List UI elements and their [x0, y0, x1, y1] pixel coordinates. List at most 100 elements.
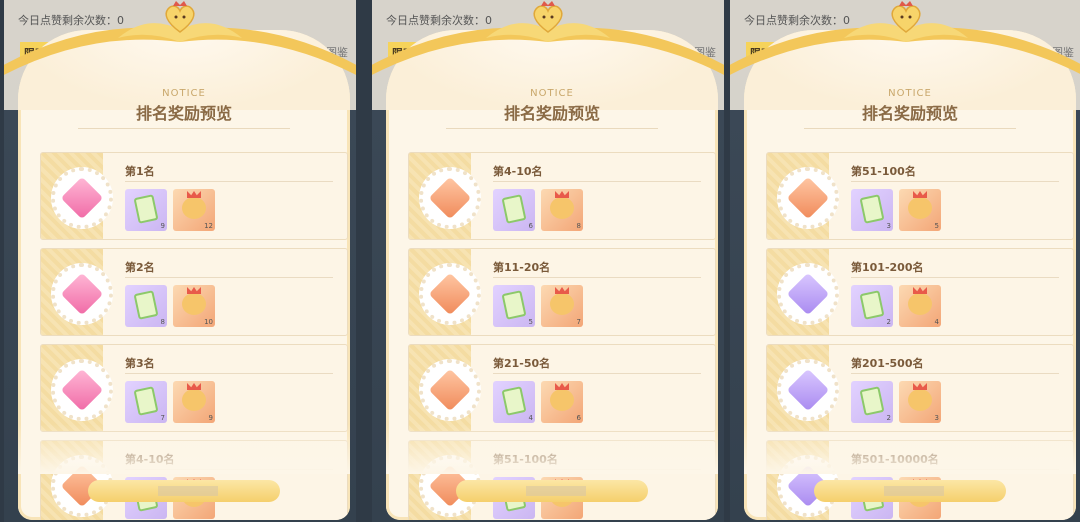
- rank-medal: [419, 263, 481, 325]
- crown-bear-icon: [182, 293, 206, 315]
- list-fade: [18, 424, 350, 474]
- bear-count: 6: [576, 414, 581, 422]
- diamond-gem-icon: [786, 272, 830, 316]
- clover-card-icon: [859, 194, 885, 224]
- screen-2: 今日点赞剩余次数：0 限时舞台 图鉴 NOTICE 排名奖励预览 第4-10名 …: [372, 0, 724, 522]
- crown-bear-reward[interactable]: 5: [899, 189, 941, 231]
- crown-icon: [913, 287, 927, 294]
- clover-card-icon: [133, 290, 159, 320]
- crown-bear-icon: [182, 197, 206, 219]
- reward-preview-dialog: NOTICE 排名奖励预览 第1名 9 12 第2名 8 10 第3名 7 9: [18, 30, 350, 520]
- rank-medal: [777, 359, 839, 421]
- reward-row: 第101-200名 2 4: [766, 248, 1074, 336]
- reward-row: 第201-500名 2 3: [766, 344, 1074, 432]
- rank-label: 第101-200名: [851, 261, 924, 274]
- clover-card-reward[interactable]: 2: [851, 381, 893, 423]
- crown-icon: [913, 383, 927, 390]
- bear-count: 4: [934, 318, 939, 326]
- crown-bear-icon: [550, 293, 574, 315]
- rank-divider: [493, 373, 701, 374]
- rank-medal: [777, 263, 839, 325]
- rank-divider: [851, 181, 1059, 182]
- reward-row: 第21-50名 4 6: [408, 344, 716, 432]
- reward-list[interactable]: 第51-100名 3 5 第101-200名 2 4 第201-500名 2 3: [744, 120, 1076, 520]
- card-count: 2: [886, 414, 891, 422]
- rank-medal: [419, 359, 481, 421]
- bear-count: 8: [576, 222, 581, 230]
- crown-icon: [555, 191, 569, 198]
- crown-bear-reward[interactable]: 6: [541, 381, 583, 423]
- crown-bear-reward[interactable]: 10: [173, 285, 215, 327]
- reward-row: 第51-100名 3 5: [766, 152, 1074, 240]
- screen-3: 今日点赞剩余次数：0 限时舞台 图鉴 NOTICE 排名奖励预览 第51-100…: [730, 0, 1080, 522]
- close-button[interactable]: [456, 480, 648, 502]
- rank-medal: [777, 167, 839, 229]
- reward-row: 第4-10名 6 8: [408, 152, 716, 240]
- clover-card-reward[interactable]: 4: [493, 381, 535, 423]
- reward-preview-dialog: NOTICE 排名奖励预览 第51-100名 3 5 第101-200名 2 4…: [744, 30, 1076, 520]
- heart-crown-icon: [533, 1, 563, 33]
- bear-count: 7: [576, 318, 581, 326]
- crown-icon: [187, 287, 201, 294]
- crown-bear-reward[interactable]: 12: [173, 189, 215, 231]
- crown-bear-reward[interactable]: 8: [541, 189, 583, 231]
- clover-card-reward[interactable]: 3: [851, 189, 893, 231]
- clover-card-icon: [133, 386, 159, 416]
- bear-count: 5: [934, 222, 939, 230]
- rank-medal: [419, 167, 481, 229]
- clover-card-icon: [133, 194, 159, 224]
- clover-card-reward[interactable]: 7: [125, 381, 167, 423]
- close-button[interactable]: [88, 480, 280, 502]
- crown-icon: [555, 287, 569, 294]
- reward-list[interactable]: 第4-10名 6 8 第11-20名 5 7 第21-50名 4 6: [386, 120, 718, 520]
- card-count: 6: [528, 222, 533, 230]
- clover-card-reward[interactable]: 9: [125, 189, 167, 231]
- screen-1: 今日点赞剩余次数：0 限时舞台 图鉴 NOTICE 排名奖励预览 第1名 9 1…: [4, 0, 356, 522]
- close-button-label: [884, 486, 944, 496]
- reward-list[interactable]: 第1名 9 12 第2名 8 10 第3名 7 9: [18, 120, 350, 520]
- clover-card-reward[interactable]: 8: [125, 285, 167, 327]
- diamond-gem-icon: [60, 272, 104, 316]
- bear-count: 3: [934, 414, 939, 422]
- crown-bear-reward[interactable]: 7: [541, 285, 583, 327]
- clover-card-reward[interactable]: 6: [493, 189, 535, 231]
- diamond-gem-icon: [428, 272, 472, 316]
- card-count: 4: [528, 414, 533, 422]
- crown-bear-reward[interactable]: 4: [899, 285, 941, 327]
- clover-card-reward[interactable]: 2: [851, 285, 893, 327]
- diamond-gem-icon: [786, 176, 830, 220]
- crown-bear-reward[interactable]: 3: [899, 381, 941, 423]
- crown-bear-icon: [550, 197, 574, 219]
- rank-label: 第1名: [125, 165, 155, 178]
- likes-remaining: 今日点赞剩余次数：0: [386, 14, 492, 27]
- rank-label: 第4-10名: [493, 165, 543, 178]
- rank-medal: [51, 167, 113, 229]
- bear-count: 9: [208, 414, 213, 422]
- clover-card-reward[interactable]: 5: [493, 285, 535, 327]
- rank-label: 第3名: [125, 357, 155, 370]
- diamond-gem-icon: [60, 368, 104, 412]
- notice-label: NOTICE: [162, 88, 206, 99]
- crown-icon: [187, 383, 201, 390]
- rank-label: 第2名: [125, 261, 155, 274]
- crown-bear-icon: [908, 389, 932, 411]
- clover-card-icon: [859, 290, 885, 320]
- list-fade: [744, 424, 1076, 474]
- card-count: 2: [886, 318, 891, 326]
- rank-label: 第11-20名: [493, 261, 551, 274]
- close-button[interactable]: [814, 480, 1006, 502]
- notice-label: NOTICE: [888, 88, 932, 99]
- card-count: 5: [528, 318, 533, 326]
- list-fade: [386, 424, 718, 474]
- crown-bear-reward[interactable]: 9: [173, 381, 215, 423]
- crown-bear-icon: [908, 293, 932, 315]
- crown-bear-icon: [182, 389, 206, 411]
- rank-medal: [51, 263, 113, 325]
- heart-crown-icon: [165, 1, 195, 33]
- clover-card-icon: [501, 386, 527, 416]
- rank-divider: [851, 373, 1059, 374]
- reward-row: 第1名 9 12: [40, 152, 348, 240]
- crown-bear-icon: [908, 197, 932, 219]
- rank-divider: [493, 181, 701, 182]
- rank-divider: [125, 181, 333, 182]
